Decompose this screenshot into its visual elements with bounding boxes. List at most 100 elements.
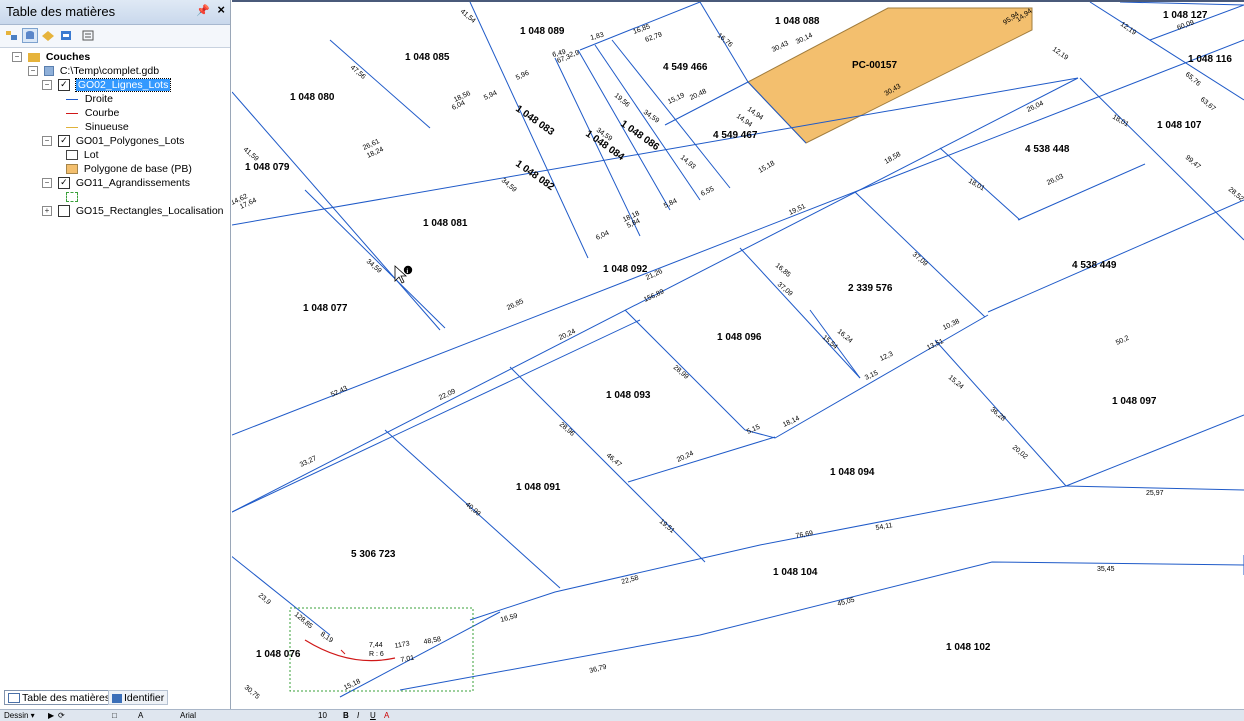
dimension-label: 18,01 [967, 178, 986, 193]
tree-node-layers[interactable]: − Couches [12, 50, 90, 64]
bold-button[interactable]: B [343, 710, 349, 721]
enlargements-layer-label[interactable]: GO11_Agrandissements [76, 177, 190, 189]
tab-table-of-contents[interactable]: Table des matières [4, 690, 115, 705]
font-family-select[interactable]: Arial [180, 710, 196, 721]
rotate-icon[interactable]: ⟳ [58, 710, 65, 721]
options-icon[interactable] [80, 28, 96, 43]
layer-visibility-checkbox[interactable]: ✓ [57, 135, 70, 148]
enlargement-rectangle[interactable] [289, 607, 474, 692]
dimension-label: 22,09 [438, 388, 457, 402]
lot-number-label: 1 048 079 [245, 162, 290, 173]
dimension-label: 18,01 [1111, 114, 1130, 129]
layer-visibility-checkbox[interactable]: ✓ [57, 79, 70, 92]
list-by-visibility-icon[interactable] [40, 28, 56, 43]
dimension-label: 5,96 [515, 70, 530, 82]
lot-number-label: 1 048 080 [290, 92, 335, 103]
polygons-layer-label[interactable]: GO01_Polygones_Lots [76, 135, 185, 147]
collapse-icon[interactable]: − [12, 52, 22, 63]
lot-number-label: 1 048 104 [773, 567, 818, 578]
dimension-label: 62,79 [644, 31, 663, 44]
lot-number-label: 5 306 723 [351, 549, 396, 560]
legend-label: Lot [83, 149, 99, 161]
close-icon[interactable]: × [217, 2, 225, 17]
base-polygon-swatch [66, 164, 78, 175]
dimension-label: 19,51 [658, 518, 676, 535]
italic-button[interactable]: I [357, 710, 359, 721]
lot-line [627, 436, 776, 483]
dimension-label: 16,85 [774, 262, 792, 279]
curve-tick [340, 649, 346, 655]
lot-line [739, 247, 861, 379]
collapse-icon[interactable]: − [42, 178, 52, 189]
curve-line-swatch [66, 112, 78, 114]
tree-node-lines-layer[interactable]: − ✓ GO02_Lignes_Lots [42, 78, 172, 92]
dimension-label: R : 6 [369, 651, 384, 658]
dimension-label: 16,76 [716, 32, 734, 49]
list-by-source-icon[interactable] [22, 28, 38, 43]
legend-label: Sinueuse [84, 121, 129, 133]
expand-icon[interactable]: + [42, 206, 52, 217]
rectangles-layer-label[interactable]: GO15_Rectangles_Localisation [76, 205, 224, 217]
dimension-label: 54,11 [875, 522, 893, 532]
tab-identify[interactable]: Identifier [108, 690, 169, 705]
dimension-label: 3,15 [864, 370, 879, 382]
legend-label: Droite [84, 93, 113, 105]
dimension-label: 40,99 [464, 501, 482, 518]
lot-number-label: 1 048 097 [1112, 396, 1157, 407]
list-by-selection-icon[interactable] [58, 28, 74, 43]
font-color-button[interactable]: A [384, 710, 389, 721]
underline-button[interactable]: U [370, 710, 376, 721]
lot-number-label: 1 048 076 [256, 649, 301, 660]
dimension-label: 20,24 [676, 450, 695, 464]
lot-line [1017, 163, 1146, 221]
dimension-label: 1,83 [590, 32, 605, 42]
collapse-icon[interactable]: − [42, 80, 52, 91]
dimension-label: 8,19 [319, 631, 334, 645]
tree-node-rectangles-layer[interactable]: + GO15_Rectangles_Localisation [42, 204, 224, 218]
dimension-label: 15,24 [947, 374, 965, 391]
dimension-label: 47,56 [349, 64, 367, 81]
dimension-label: 20,02 [1011, 444, 1029, 461]
tab-label: Identifier [124, 692, 165, 704]
dimension-label: 65,76 [1184, 71, 1202, 88]
drawing-menu-button[interactable]: Dessin ▾ [4, 710, 35, 721]
rectangle-tool-icon[interactable]: □ [112, 710, 117, 721]
tree-node-database[interactable]: − C:\Temp\complet.gdb [28, 64, 159, 78]
dimension-label: 30,43 [771, 40, 790, 54]
tree-node-polygons-layer[interactable]: − ✓ GO01_Polygones_Lots [42, 134, 184, 148]
legend-label: Courbe [84, 107, 120, 119]
lot-line [1079, 77, 1244, 241]
layer-visibility-checkbox[interactable] [57, 205, 70, 218]
lot-number-label: 4 549 466 [663, 62, 708, 73]
legend-item-straight: Droite [66, 92, 113, 106]
lot-number-label: 1 048 127 [1163, 10, 1208, 21]
lot-number-label: 1 048 077 [303, 303, 348, 314]
collapse-icon[interactable]: − [42, 136, 52, 147]
dimension-label: 33,27 [299, 455, 318, 469]
collapse-icon[interactable]: − [28, 66, 38, 77]
map-view[interactable]: 1 048 089 1 048 088 1 048 127 1 048 116 1 04… [232, 0, 1244, 709]
dimension-label: 41,59 [242, 146, 260, 163]
lot-number-label: 1 048 083 [513, 103, 556, 138]
select-arrow-icon[interactable]: ▶ [48, 710, 54, 721]
dimension-label: 20,48 [689, 88, 708, 102]
map-canvas[interactable]: 1 048 089 1 048 088 1 048 127 1 048 116 1 04… [232, 2, 1244, 709]
lines-layer-label[interactable]: GO02_Lignes_Lots [74, 78, 172, 92]
lot-number-label: 4 549 467 [713, 130, 758, 141]
lot-line [339, 611, 501, 698]
dimension-label: 28,52 [1227, 186, 1244, 203]
base-polygon-pc-00157[interactable] [747, 7, 1033, 144]
font-size-select[interactable]: 10 [318, 710, 327, 721]
dimension-label: 30,14 [795, 32, 814, 46]
list-by-drawing-order-icon[interactable] [4, 28, 20, 43]
drawing-toolbar: Dessin ▾ ▶ ⟳ □ A Arial 10 B I U A [0, 709, 1244, 721]
lot-line [232, 91, 441, 331]
layer-visibility-checkbox[interactable]: ✓ [57, 177, 70, 190]
pin-icon[interactable]: 📌 [196, 4, 210, 17]
dimension-label: 18,58 [884, 151, 903, 166]
dimension-label: 36,79 [589, 664, 608, 675]
dimension-label: 23,9 [257, 592, 272, 606]
dimension-label: 35,45 [1097, 566, 1115, 573]
text-tool-icon[interactable]: A [138, 710, 143, 721]
tree-node-enlargements-layer[interactable]: − ✓ GO11_Agrandissements [42, 176, 190, 190]
